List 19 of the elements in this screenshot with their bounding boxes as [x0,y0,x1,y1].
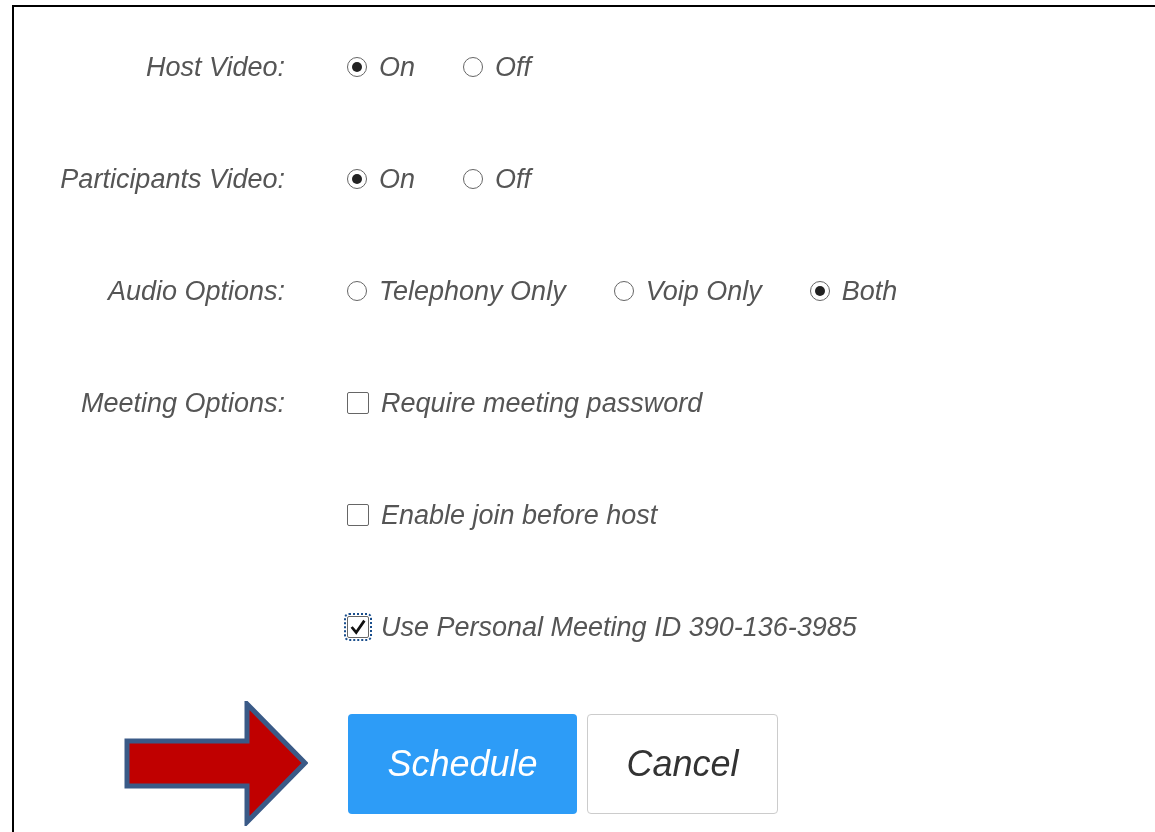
option-label: On [379,51,416,83]
checkbox[interactable] [347,504,369,526]
option-label: Voip Only [645,275,762,307]
checkbox[interactable] [347,616,369,638]
field-label: Host Video: [145,51,285,83]
field-label: Participants Video: [60,163,285,195]
option-label: Telephony Only [379,275,566,307]
checkbox[interactable] [347,392,369,414]
option-label: On [379,163,416,195]
arrow-icon [124,701,308,826]
option-label: Off [495,163,532,195]
option-label: Off [495,51,532,83]
option-label: Require meeting password [381,387,703,419]
field-label: Meeting Options: [80,387,285,419]
option-label: Use Personal Meeting ID 390-136-3985 [381,611,857,643]
option-label: Both [841,275,898,307]
option-label: Enable join before host [381,499,658,531]
field-label: Audio Options: [107,275,285,307]
cancel-button[interactable]: Cancel [587,713,778,814]
